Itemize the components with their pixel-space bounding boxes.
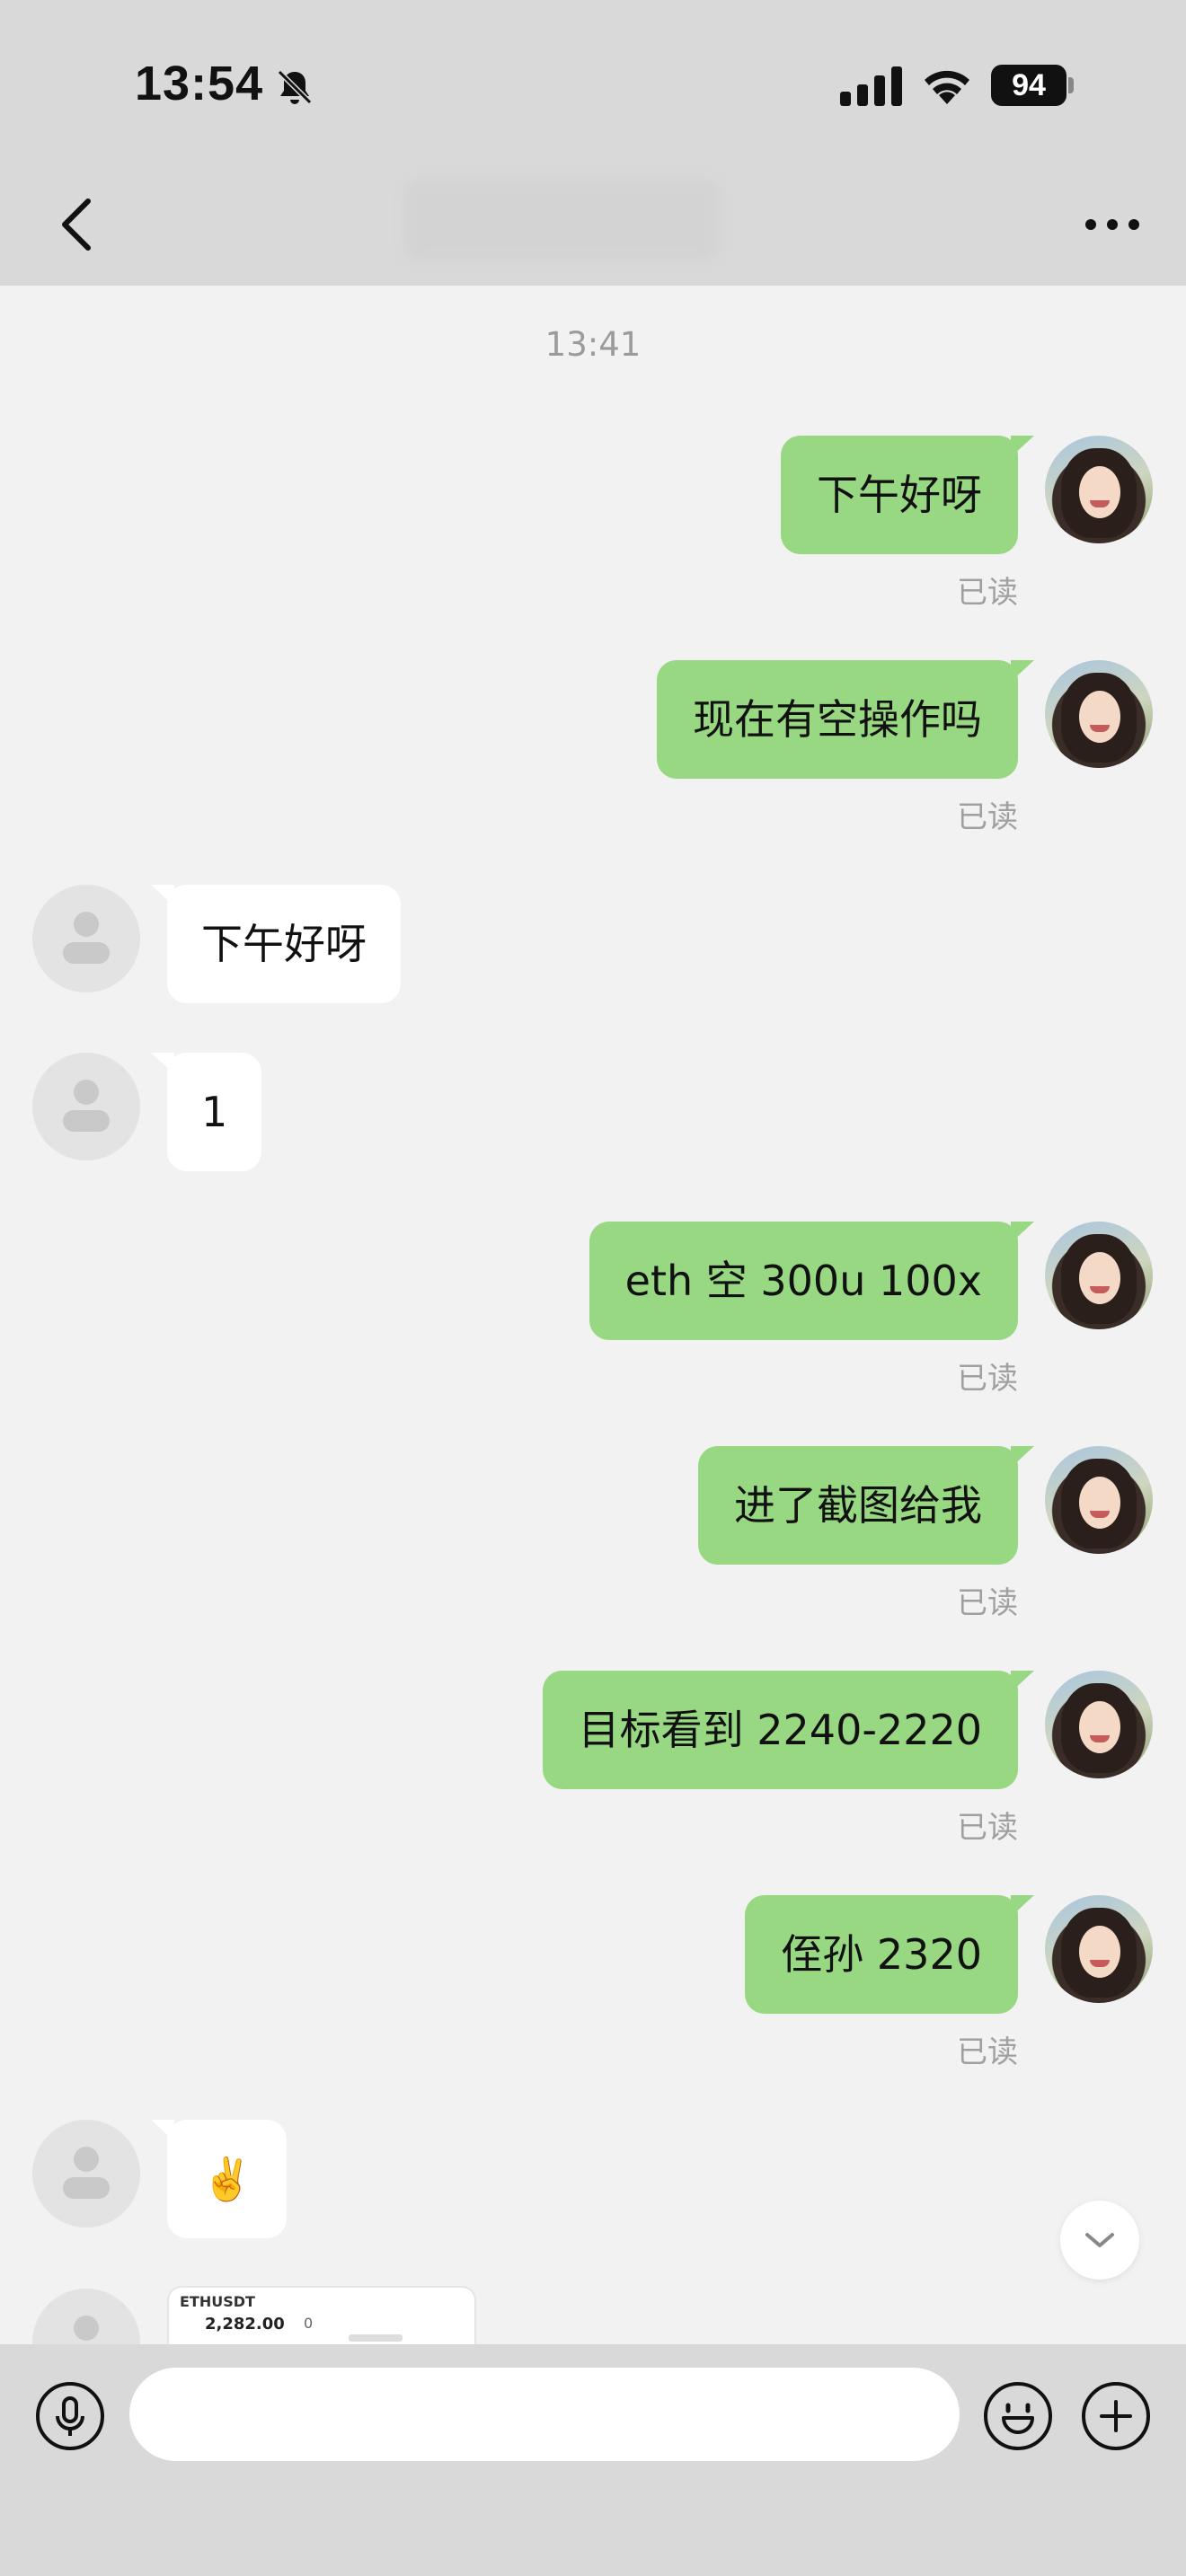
read-receipt: 已读 [957,2034,1018,2070]
outgoing-message[interactable]: 下午好呀 [781,436,1034,554]
chat-timestamp: 13:41 [544,325,642,364]
incoming-message[interactable]: 下午好呀 [151,885,401,1003]
outgoing-message[interactable]: 目标看到 2240-2220 [542,1671,1035,1789]
read-receipt: 已读 [957,1810,1018,1846]
read-receipt: 已读 [957,1361,1018,1397]
outgoing-message[interactable]: 现在有空操作吗 [657,660,1034,779]
cellular-signal-icon [840,66,902,106]
chat-title-blurred [404,180,719,260]
message-input[interactable] [129,2368,960,2461]
read-receipt: 已读 [957,575,1018,611]
my-avatar[interactable] [1045,660,1153,768]
emoji-icon[interactable] [982,2380,1054,2452]
my-avatar[interactable] [1045,436,1153,543]
contact-avatar[interactable] [32,1053,140,1160]
my-avatar[interactable] [1045,1895,1153,2003]
outgoing-message[interactable]: eth 空 300u 100x [589,1222,1035,1340]
chevron-down-icon [1085,2233,1114,2247]
plus-icon[interactable] [1080,2380,1152,2452]
battery-indicator: 94 [991,65,1067,106]
more-options-icon[interactable] [1083,216,1142,234]
contact-avatar[interactable] [32,885,140,992]
thumb-price: 2,282.00 [205,2315,285,2333]
scroll-to-bottom-button[interactable] [1060,2201,1139,2280]
incoming-emoji-message[interactable]: ✌️ [150,2120,288,2238]
my-avatar[interactable] [1045,1222,1153,1329]
outgoing-message[interactable]: 侄孙 2320 [745,1895,1034,2014]
back-chevron-icon[interactable] [52,196,99,253]
battery-cap [1068,77,1074,93]
bell-off-icon [277,69,313,105]
my-avatar[interactable] [1045,1671,1153,1778]
thumb-value: 0 [304,2315,314,2332]
my-avatar[interactable] [1045,1446,1153,1554]
read-receipt: 已读 [957,1585,1018,1621]
contact-avatar[interactable] [32,2120,140,2228]
status-time: 13:54 [135,57,264,110]
read-receipt: 已读 [957,799,1018,835]
wifi-icon [925,70,969,104]
thumb-bar [349,2334,403,2342]
thumb-pair-label: ETHUSDT [180,2293,255,2310]
microphone-icon[interactable] [34,2380,106,2452]
outgoing-message[interactable]: 进了截图给我 [698,1446,1034,1565]
incoming-message[interactable]: 1 [150,1053,262,1171]
